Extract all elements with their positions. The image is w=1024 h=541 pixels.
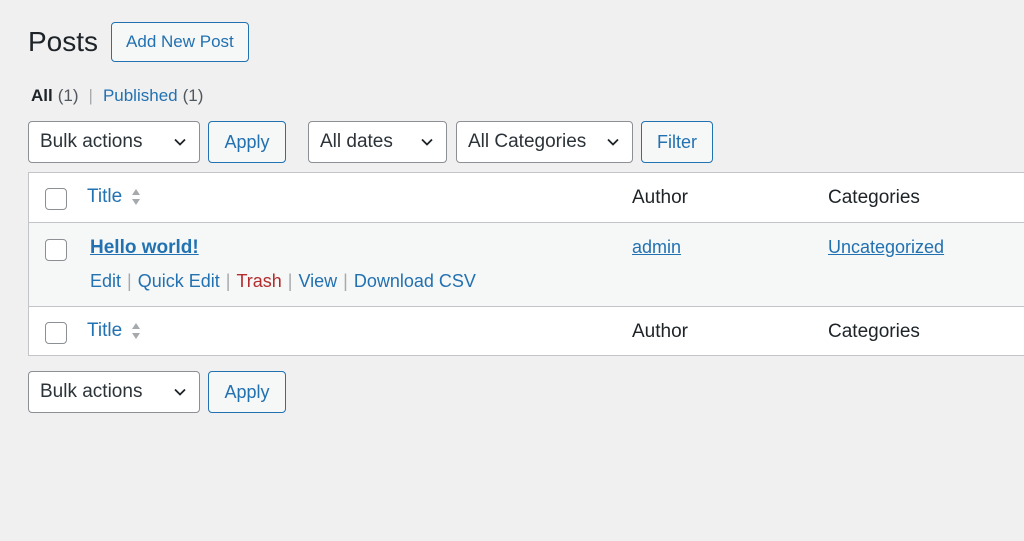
add-new-post-button[interactable]: Add New Post xyxy=(111,22,249,62)
trash-action-link[interactable]: Trash xyxy=(236,271,281,292)
chevron-down-icon xyxy=(421,138,433,146)
title-column-label: Title xyxy=(87,320,123,341)
categories-filter-select[interactable]: All Categories xyxy=(456,121,633,163)
row-action-separator: | xyxy=(225,271,231,291)
row-action-separator: | xyxy=(287,271,293,291)
row-action-separator: | xyxy=(343,271,348,291)
bulk-actions-select-top-value: Bulk actions xyxy=(40,131,143,152)
post-author-link[interactable]: admin xyxy=(632,237,681,258)
select-all-checkbox-bottom[interactable] xyxy=(45,322,67,344)
categories-column-footer: Categories xyxy=(828,321,920,342)
view-action-link[interactable]: View xyxy=(298,271,337,292)
table-header-row: Title Author Categories xyxy=(29,173,1024,223)
title-column-header[interactable]: Title xyxy=(87,186,143,208)
sort-arrows-icon xyxy=(132,323,141,339)
chevron-down-icon xyxy=(174,388,186,396)
download-csv-action-link[interactable]: Download CSV xyxy=(354,271,476,292)
row-actions: Edit | Quick Edit | Trash | View | Downl… xyxy=(90,271,476,292)
table-footer-row: Title Author Categories xyxy=(29,307,1024,356)
categories-filter-value: All Categories xyxy=(468,131,587,152)
author-column-footer: Author xyxy=(632,321,688,342)
posts-table: Title Author Categories Hello world! Edi… xyxy=(28,172,1024,356)
filter-button[interactable]: Filter xyxy=(641,121,713,163)
post-row-checkbox[interactable] xyxy=(45,239,67,261)
dates-filter-select[interactable]: All dates xyxy=(308,121,447,163)
select-all-checkbox-top[interactable] xyxy=(45,188,67,210)
view-all-count: (1) xyxy=(57,86,79,105)
quick-edit-action-link[interactable]: Quick Edit xyxy=(138,271,220,292)
page-header: Posts Add New Post xyxy=(28,22,249,62)
table-row: Hello world! Edit | Quick Edit | Trash |… xyxy=(29,223,1024,307)
edit-action-link[interactable]: Edit xyxy=(90,271,121,292)
apply-button-top[interactable]: Apply xyxy=(208,121,286,163)
post-category-link[interactable]: Uncategorized xyxy=(828,237,944,258)
title-column-footer[interactable]: Title xyxy=(87,320,143,342)
author-column-header: Author xyxy=(632,187,688,208)
bulk-actions-select-top[interactable]: Bulk actions xyxy=(28,121,200,163)
post-status-views: All (1) | Published (1) xyxy=(31,86,203,106)
dates-filter-value: All dates xyxy=(320,131,393,152)
sort-arrows-icon xyxy=(132,189,141,205)
title-column-label: Title xyxy=(87,186,123,207)
bulk-actions-select-bottom-value: Bulk actions xyxy=(40,381,143,402)
chevron-down-icon xyxy=(174,138,186,146)
view-published-count: (1) xyxy=(182,86,204,105)
row-action-separator: | xyxy=(127,271,132,291)
view-all-link[interactable]: All xyxy=(31,86,53,106)
post-title-link[interactable]: Hello world! xyxy=(90,237,199,259)
apply-button-bottom[interactable]: Apply xyxy=(208,371,286,413)
views-separator: | xyxy=(88,86,93,105)
bulk-actions-select-bottom[interactable]: Bulk actions xyxy=(28,371,200,413)
chevron-down-icon xyxy=(607,138,619,146)
view-published-link[interactable]: Published xyxy=(103,86,178,106)
page-title: Posts xyxy=(28,26,99,57)
categories-column-header: Categories xyxy=(828,187,920,208)
posts-page: Posts Add New Post All (1) | Published (… xyxy=(0,0,1024,541)
